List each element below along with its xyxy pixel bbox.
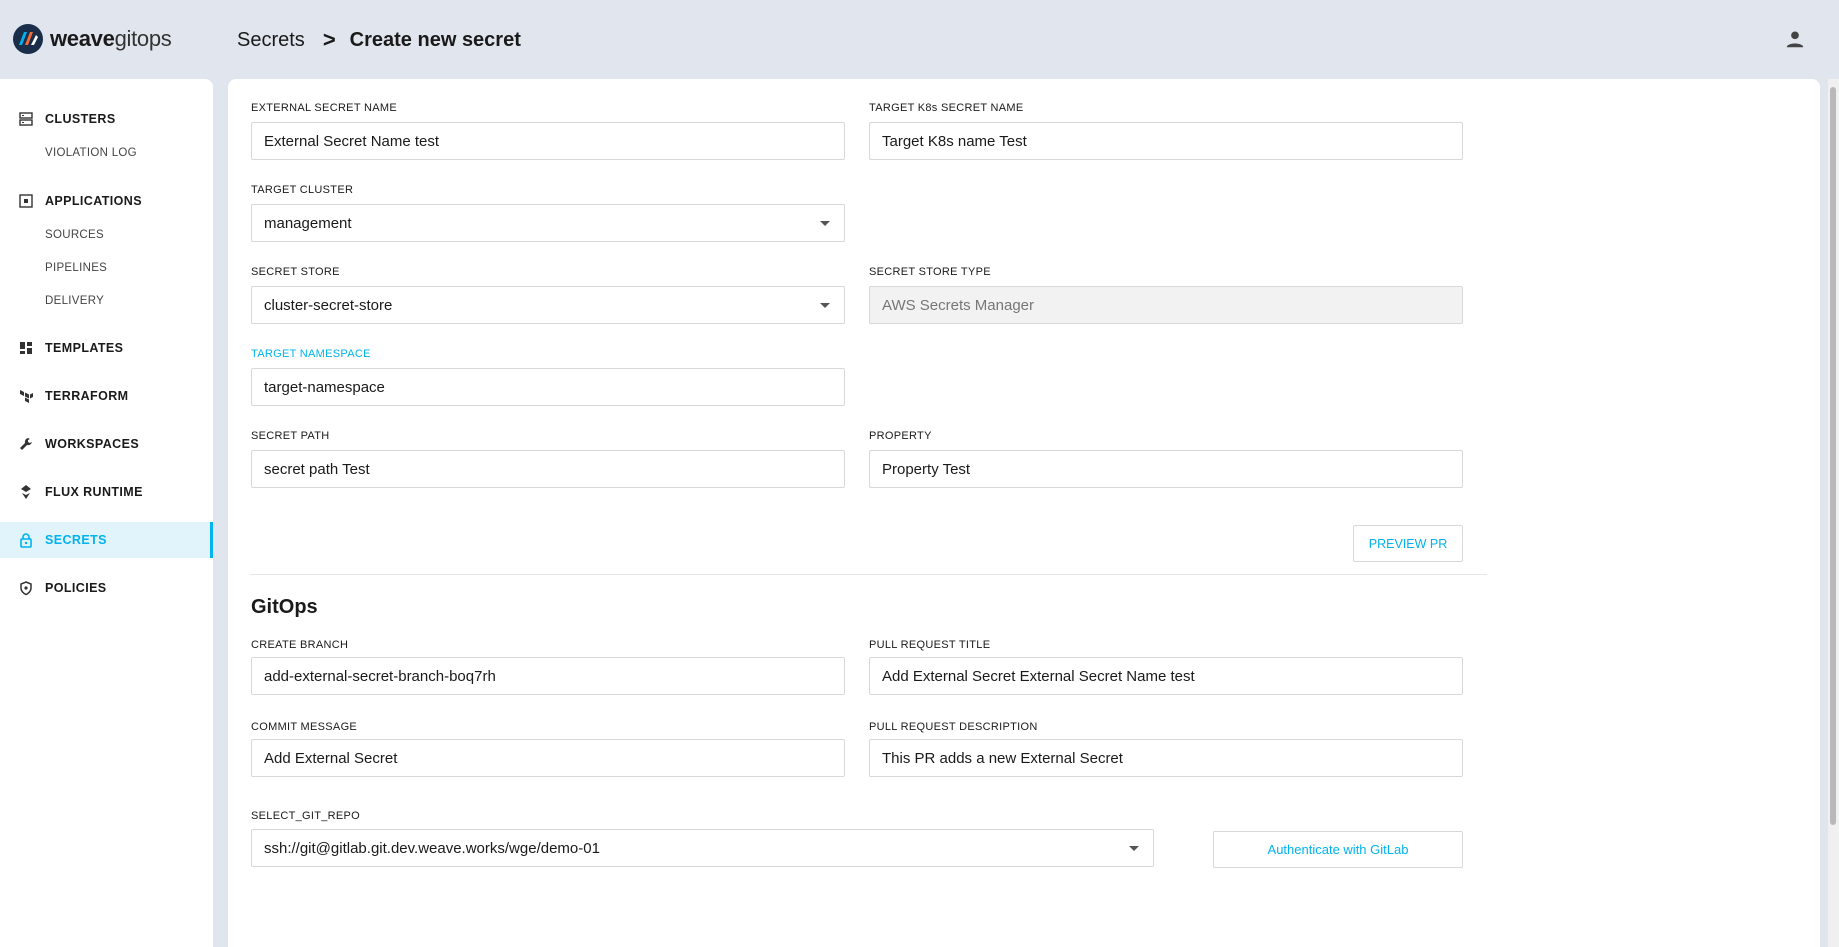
property-label: PROPERTY <box>869 430 932 442</box>
pull-request-title-label: PULL REQUEST TITLE <box>869 639 991 651</box>
brand-bold: weave <box>50 26 115 51</box>
commit-message-label: COMMIT MESSAGE <box>251 721 358 733</box>
target-namespace-input[interactable]: target-namespace <box>251 368 845 406</box>
sidebar-item-applications[interactable]: APPLICATIONS <box>0 183 213 219</box>
pull-request-description-label: PULL REQUEST DESCRIPTION <box>869 721 1038 733</box>
dropdown-arrow-icon <box>1129 846 1139 851</box>
sidebar-item-label: SECRETS <box>45 533 107 547</box>
dropdown-arrow-icon <box>820 221 830 226</box>
sidebar-item-clusters[interactable]: CLUSTERS <box>0 101 213 137</box>
secret-store-type-label: SECRET STORE TYPE <box>869 266 991 278</box>
page-title: Create new secret <box>349 28 521 51</box>
target-cluster-select[interactable]: management <box>251 204 845 242</box>
target-k8s-secret-name-input[interactable]: Target K8s name Test <box>869 122 1463 160</box>
authenticate-gitlab-button[interactable]: Authenticate with GitLab <box>1213 831 1463 868</box>
dropdown-arrow-icon <box>820 303 830 308</box>
target-cluster-label: TARGET CLUSTER <box>251 184 354 196</box>
app-logo[interactable]: weavegitops <box>12 23 172 55</box>
create-branch-input[interactable]: add-external-secret-branch-boq7rh <box>251 657 845 695</box>
lock-icon <box>20 533 32 548</box>
applications-icon <box>19 194 33 208</box>
sidebar-item-label: CLUSTERS <box>45 112 116 126</box>
templates-icon <box>20 342 32 354</box>
preview-pr-button[interactable]: PREVIEW PR <box>1353 525 1463 562</box>
page-scrollbar[interactable] <box>1828 79 1839 947</box>
sidebar-item-flux-runtime[interactable]: FLUX RUNTIME <box>0 474 213 510</box>
external-secret-name-input[interactable]: External Secret Name test <box>251 122 845 160</box>
gitops-section-title: GitOps <box>251 596 318 618</box>
secret-store-value: cluster-secret-store <box>264 296 393 314</box>
sidebar-item-workspaces[interactable]: WORKSPACES <box>0 426 213 462</box>
create-branch-label: CREATE BRANCH <box>251 639 349 651</box>
sidebar-item-label: WORKSPACES <box>45 437 140 451</box>
sidebar-item-label: POLICIES <box>45 581 107 595</box>
weave-logo-icon <box>13 24 43 54</box>
secret-store-type-input: AWS Secrets Manager <box>869 286 1463 324</box>
sidebar-item-templates[interactable]: TEMPLATES <box>0 330 213 366</box>
commit-message-input[interactable]: Add External Secret <box>251 739 845 777</box>
sidebar-item-label: TEMPLATES <box>45 341 124 355</box>
sidebar: CLUSTERS VIOLATION LOG APPLICATIONS SOUR… <box>0 79 213 947</box>
user-account-icon[interactable] <box>1784 28 1806 50</box>
breadcrumb: Secrets > Create new secret <box>237 27 521 53</box>
flux-icon <box>21 485 31 499</box>
git-repo-select[interactable]: ssh://git@gitlab.git.dev.weave.works/wge… <box>251 829 1154 867</box>
sidebar-item-violation-log[interactable]: VIOLATION LOG <box>45 147 137 159</box>
brand-light: gitops <box>114 26 172 51</box>
shield-icon <box>20 581 32 596</box>
target-k8s-secret-name-label: TARGET K8s SECRET NAME <box>869 102 1024 114</box>
target-namespace-label: TARGET NAMESPACE <box>251 348 371 360</box>
select-git-repo-label: SELECT_GIT_REPO <box>251 810 361 822</box>
external-secret-name-label: EXTERNAL SECRET NAME <box>251 102 397 114</box>
pull-request-description-input[interactable]: This PR adds a new External Secret <box>869 739 1463 777</box>
secret-path-label: SECRET PATH <box>251 430 330 442</box>
property-input[interactable]: Property Test <box>869 450 1463 488</box>
clusters-icon <box>19 112 33 126</box>
sidebar-item-delivery[interactable]: DELIVERY <box>45 295 104 307</box>
breadcrumb-secrets-link[interactable]: Secrets <box>237 29 305 52</box>
sidebar-item-label: APPLICATIONS <box>45 194 142 208</box>
scrollbar-thumb[interactable] <box>1830 87 1836 825</box>
sidebar-item-label: TERRAFORM <box>45 389 129 403</box>
secret-store-select[interactable]: cluster-secret-store <box>251 286 845 324</box>
sidebar-item-label: FLUX RUNTIME <box>45 485 143 499</box>
wrench-icon <box>20 438 32 450</box>
sidebar-item-terraform[interactable]: TERRAFORM <box>0 378 213 414</box>
secret-path-input[interactable]: secret path Test <box>251 450 845 488</box>
secret-store-label: SECRET STORE <box>251 266 340 278</box>
pull-request-title-input[interactable]: Add External Secret External Secret Name… <box>869 657 1463 695</box>
sidebar-item-sources[interactable]: SOURCES <box>45 229 104 241</box>
sidebar-item-policies[interactable]: POLICIES <box>0 570 213 606</box>
terraform-icon <box>20 390 33 403</box>
sidebar-item-secrets[interactable]: SECRETS <box>0 522 213 558</box>
git-repo-value: ssh://git@gitlab.git.dev.weave.works/wge… <box>264 839 600 857</box>
section-divider <box>250 574 1487 575</box>
breadcrumb-separator: > <box>322 27 336 52</box>
target-cluster-value: management <box>264 214 352 232</box>
sidebar-item-pipelines[interactable]: PIPELINES <box>45 262 107 274</box>
